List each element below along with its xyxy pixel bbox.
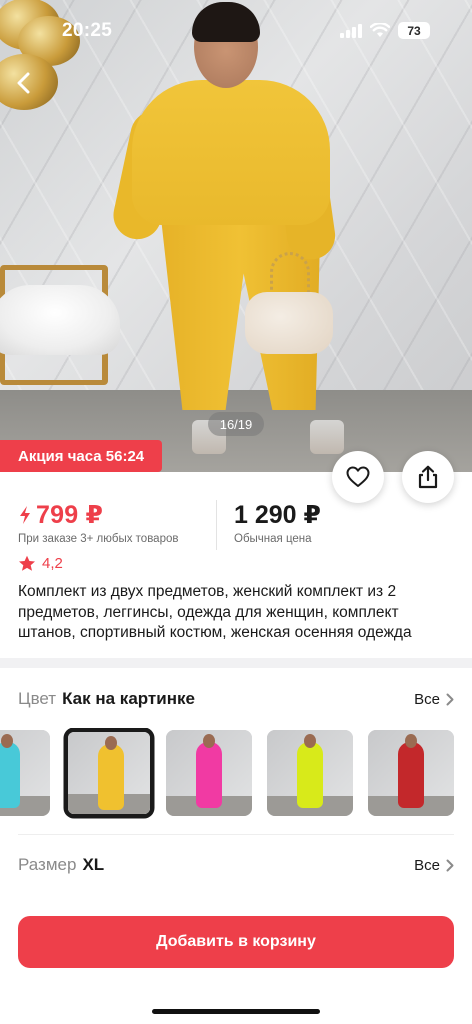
size-selector-header[interactable]: Размер XL Все [18,853,454,877]
color-selector-header[interactable]: Цвет Как на картинке Все [18,687,454,711]
color-swatches [0,728,472,820]
swatch-outfit [0,742,20,808]
color-swatch[interactable] [0,730,50,816]
add-to-cart-button[interactable]: Добавить в корзину [18,916,454,968]
chair-fur-decor [0,285,120,355]
handbag [245,292,333,354]
swatch-model-head [304,734,316,748]
shoe-right [310,420,344,454]
sale-price: 799 ₽ [18,500,103,530]
color-see-all-label: Все [414,690,440,708]
swatch-model-head [405,734,417,748]
status-icons: 73 [340,22,430,39]
color-value: Как на картинке [62,689,195,708]
swatch-model-head [1,734,13,748]
swatch-model-head [203,734,215,748]
color-swatch[interactable] [368,730,454,816]
share-icon [418,465,438,489]
image-counter: 16/19 [208,412,264,436]
product-rating[interactable]: 4,2 [18,555,63,572]
sale-price-value: 799 ₽ [36,501,104,529]
heart-icon [346,466,370,487]
color-see-all[interactable]: Все [414,691,454,708]
size-see-all-label: Все [414,856,440,874]
swatch-outfit [398,742,424,808]
size-value: XL [82,855,105,874]
color-swatch[interactable] [66,730,152,816]
wifi-icon [370,23,390,37]
size-label: Размер [18,855,77,874]
chevron-left-icon [17,72,30,94]
model-sweatshirt [132,80,330,225]
divider [18,834,454,835]
promo-timer-badge: Акция часа 56:24 [0,440,163,472]
swatch-outfit [196,742,222,808]
lightning-icon [20,506,30,524]
color-swatch[interactable] [166,730,252,816]
color-label: Цвет [18,689,57,708]
chevron-right-icon [446,693,454,705]
rating-value: 4,2 [42,555,63,572]
battery-icon: 73 [398,22,430,39]
favorite-button[interactable] [332,451,384,503]
swatch-model-head [105,736,117,750]
status-time: 20:25 [62,20,113,41]
regular-price-note: Обычная цена [234,533,312,545]
star-icon [19,555,35,571]
home-indicator [152,1009,320,1014]
signal-icon [340,23,362,38]
swatch-outfit [98,744,124,810]
sale-price-note: При заказе 3+ любых товаров [18,533,179,545]
chevron-right-icon [446,859,454,871]
product-image-gallery[interactable] [0,0,472,472]
product-title: Комплект из двух предметов, женский комп… [18,583,412,641]
swatch-outfit [297,742,323,808]
share-button[interactable] [402,451,454,503]
regular-price-value: 1 290 ₽ [234,501,321,529]
status-bar: 20:25 73 [0,0,472,56]
price-divider [216,500,217,550]
color-swatch[interactable] [267,730,353,816]
section-separator [0,658,472,668]
price-block: 799 ₽ При заказе 3+ любых товаров 1 290 … [18,500,454,552]
back-button[interactable] [10,66,38,100]
size-see-all[interactable]: Все [414,857,454,874]
